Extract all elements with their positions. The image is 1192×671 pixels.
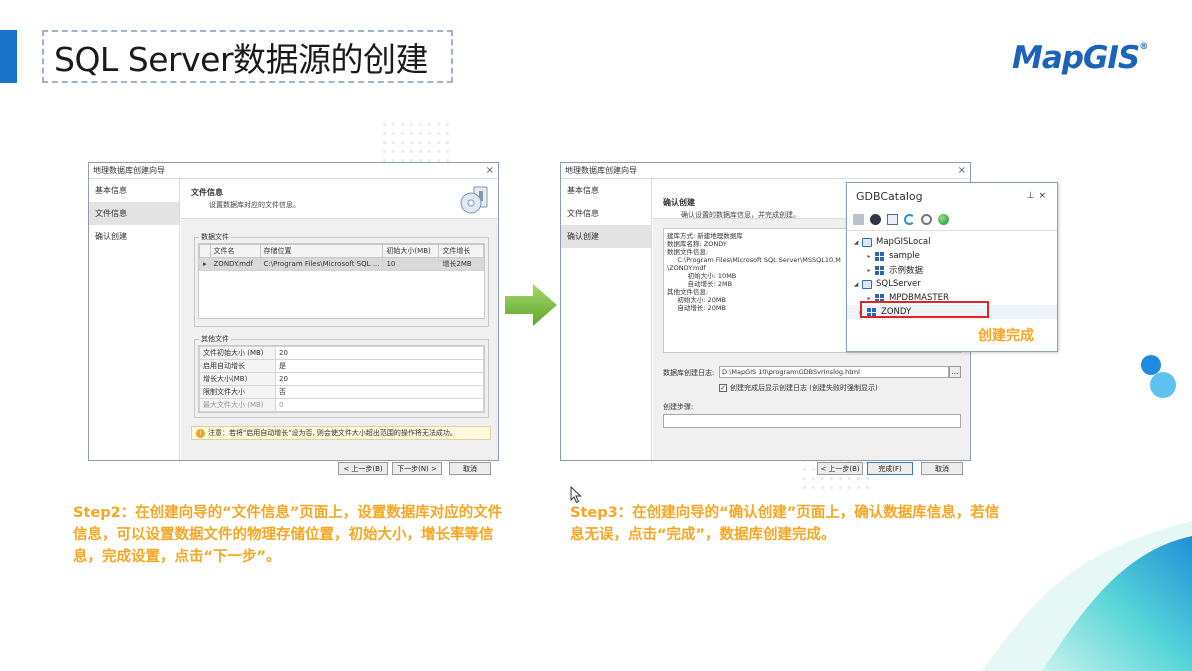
tree-node[interactable]: ▸ sample [847,249,1057,263]
close-icon[interactable]: × [1038,191,1050,201]
window-titlebar: 地理数据库创建向导 × [89,163,498,179]
cell[interactable]: ZONDY.mdf [209,257,261,271]
steps-field[interactable] [663,414,961,428]
window-titlebar: 地理数据库创建向导 × [561,163,970,179]
pane-body: 数据文件 文件名 存储位置 初始大小(MB) 文件增长 ▸ ZONDY.mdf [181,219,498,475]
connect-icon[interactable] [870,214,881,225]
slide-title-box: SQL Server数据源的创建 [42,30,453,83]
title-accent-bar [0,30,17,83]
property-grid: 文件初始大小 (MB) 20 启用自动增长是 增长大小(MB) 20 限制文件大小否… [198,345,485,413]
col-header[interactable]: 存储位置 [259,244,384,258]
property-row[interactable]: 增长大小(MB) 20 [199,372,484,386]
steps-label: 创建步骤: [663,403,694,411]
nav-item-confirm[interactable]: 确认创建 [89,225,179,248]
zondy-highlight-box [860,301,989,318]
browse-button[interactable]: ... [949,366,961,378]
left-wizard-window: 地理数据库创建向导 × 基本信息 文件信息 确认创建 文件信息 设置数据库对应的… [88,162,499,475]
tree-node[interactable]: ▸ 示例数据 [847,263,1057,277]
cancel-button[interactable]: 取消 [449,462,491,475]
next-button[interactable]: 下一步(N) > [392,462,442,475]
col-header[interactable]: 文件增长 [438,244,484,258]
property-row[interactable]: 文件初始大小 (MB) 20 [199,346,484,360]
pin-icon[interactable]: ⊥ [1027,191,1039,201]
next-step-arrow-icon [505,284,557,326]
expand-icon[interactable]: ◢ [852,239,860,246]
col-header[interactable]: 初始大小(MB) [382,244,440,258]
expand-icon[interactable]: ◢ [852,281,860,288]
page-subtitle: 设置数据库对应的文件信息。 [209,201,300,209]
cell[interactable]: 10 [382,257,440,271]
refresh-icon[interactable] [904,214,915,225]
log-label: 数据库创建日志: [663,369,715,377]
close-icon[interactable]: × [486,165,494,176]
cell[interactable]: C:\Program Files\Microsoft SQL ... [259,257,384,271]
mapgis-logo: MapGIS® [1012,40,1148,76]
nav-item-confirm[interactable]: 确认创建 [561,225,651,248]
search-icon[interactable] [921,214,932,225]
step3-description: Step3：在创建向导的“确认创建”页面上，确认数据库信息，若信息无误，点击“完… [570,505,1000,543]
expand-icon[interactable]: ▸ [865,253,873,260]
catalog-toolbar [847,209,1057,231]
info-icon: ! [196,428,205,438]
nav-item-basic-info[interactable]: 基本信息 [561,179,651,202]
property-row[interactable]: 启用自动增长是 [199,359,484,373]
wizard-nav: 基本信息 文件信息 确认创建 [561,179,652,460]
other-files-group: 其他文件 文件初始大小 (MB) 20 启用自动增长是 增长大小(MB) 20 限制… [194,334,489,418]
data-files-table: 文件名 存储位置 初始大小(MB) 文件增长 ▸ ZONDY.mdf C:\Pr… [199,244,484,271]
prev-button[interactable]: < 上一步(B) [817,462,863,475]
catalog-title: GDBCatalog [856,189,923,203]
page-title: 文件信息 [191,188,223,197]
slide-title: SQL Server数据源的创建 [54,39,429,79]
row-pointer-icon: ▸ [199,257,211,271]
disk-icon [460,186,488,214]
mouse-cursor-icon [570,486,582,504]
database-icon [875,265,885,275]
server-icon [862,279,872,289]
tree-node[interactable]: ◢ SQLServer [847,277,1057,291]
log-path-input[interactable]: D:\MapGIS 10\program\GDBSvrInslog.html [719,366,949,378]
server-icon [862,237,872,247]
wizard-nav: 基本信息 文件信息 确认创建 [89,179,180,460]
window-icon[interactable] [887,214,898,225]
data-files-grid[interactable]: 文件名 存储位置 初始大小(MB) 文件增长 ▸ ZONDY.mdf C:\Pr… [198,243,485,319]
prev-button[interactable]: < 上一步(B) [338,462,388,475]
nav-item-file-info[interactable]: 文件信息 [89,202,179,225]
warning-note: ! 注意：若将"启用自动增长"设为否, 则会使文件大小超出范围的操作将无法成功。 [191,426,491,440]
tree-node[interactable]: ◢ MapGISLocal [847,235,1057,249]
wizard-pane: 文件信息 设置数据库对应的文件信息。 数据文件 文件名 存储位置 初始大小(MB… [181,179,498,475]
document-icon[interactable] [853,214,864,225]
table-row[interactable]: ▸ ZONDY.mdf C:\Program Files\Microsoft S… [199,257,484,271]
globe-icon[interactable] [938,214,949,225]
finish-button[interactable]: 完成(F) [867,462,913,475]
database-icon [875,251,885,261]
property-row[interactable]: 限制文件大小否 [199,385,484,399]
pane-header: 文件信息 设置数据库对应的文件信息。 [181,179,498,219]
decor-bubble [1150,372,1176,398]
nav-item-file-info[interactable]: 文件信息 [561,202,651,225]
show-log-option[interactable]: ✓ 创建完成后显示创建日志 (创建失败时强制显示) [719,383,878,393]
cell[interactable]: 增长2MB [438,257,484,271]
catalog-titlebar: GDBCatalog ⊥× [847,183,1057,209]
expand-icon[interactable]: ▸ [865,267,873,274]
creation-complete-label: 创建完成 [978,328,1034,344]
close-icon[interactable]: × [958,165,966,176]
cancel-button[interactable]: 取消 [921,462,963,475]
step2-description: Step2：在创建向导的“文件信息”页面上，设置数据库对应的文件信息，可以设置数… [73,505,503,565]
col-header[interactable]: 文件名 [209,244,261,258]
show-log-checkbox[interactable]: ✓ [719,384,727,392]
nav-item-basic-info[interactable]: 基本信息 [89,179,179,202]
summary-text: 建库方式: 新建地理数据库 数据库名称: ZONDY 数据文件信息: C:\Pr… [667,232,841,312]
property-row: 最大文件大小 (MB) 0 [199,398,484,412]
data-files-group: 数据文件 文件名 存储位置 初始大小(MB) 文件增长 ▸ ZONDY.mdf [194,232,489,327]
